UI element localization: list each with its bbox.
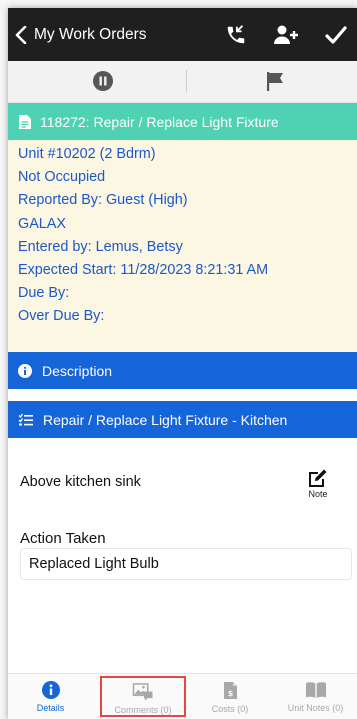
complete-button[interactable] [321,20,351,50]
task-label: Repair / Replace Light Fixture - Kitchen [43,411,288,428]
note-label: Note [308,489,328,499]
action-taken-field[interactable] [20,548,352,580]
bottom-tab-bar: Details Comments (0) $ Costs (0) Unit No… [8,673,357,719]
detail-entered-by: Entered by: Lemus, Betsy [18,238,183,255]
app-frame: My Work Orders 118272: Repair / Replace … [8,8,357,719]
add-user-icon [274,25,298,44]
tab-costs[interactable]: $ Costs (0) [186,674,274,719]
checklist-icon [18,413,33,425]
invoice-dollar-icon: $ [223,682,237,699]
tab-details[interactable]: Details [8,674,93,719]
back-label: My Work Orders [34,25,147,43]
open-book-icon [305,682,326,698]
back-button[interactable]: My Work Orders [14,25,147,44]
call-button[interactable] [221,20,251,50]
detail-over-due-by: Over Due By: [18,308,105,325]
pause-button[interactable] [92,70,114,92]
tab-comments-label: Comments (0) [114,705,172,715]
description-section-bar[interactable]: Description [8,352,357,389]
work-order-header: 118272: Repair / Replace Light Fixture [8,103,357,140]
add-user-button[interactable] [271,20,301,50]
image-comment-icon [132,683,153,701]
work-order-title: 118272: Repair / Replace Light Fixture [40,113,279,130]
detail-due-by: Due By: [18,285,70,302]
detail-unit: Unit #10202 (2 Bdrm) [18,146,156,162]
back-chevron-icon [15,25,27,44]
status-action-bar [8,61,357,103]
task-section-bar[interactable]: Repair / Replace Light Fixture - Kitchen [8,401,357,438]
detail-property: GALAX [18,215,66,232]
phone-callback-icon [227,24,245,43]
tab-unit-notes[interactable]: Unit Notes (0) [274,674,357,719]
detail-reported-by: Reported By: Guest (High) [18,192,188,209]
edit-note-icon [309,469,327,487]
document-icon [19,114,31,129]
flag-button[interactable] [264,70,286,92]
info-icon [41,681,60,699]
detail-occupancy: Not Occupied [18,169,106,186]
task-description-text: Above kitchen sink [20,474,141,490]
work-order-details: Unit #10202 (2 Bdrm) Not Occupied Report… [8,140,357,352]
tab-details-label: Details [36,703,65,713]
svg-text:$: $ [227,689,233,698]
detail-expected-start: Expected Start: 11/28/2023 8:21:31 AM [18,262,269,279]
action-taken-label: Action Taken [20,530,106,547]
flag-icon [267,72,283,91]
tab-costs-label: Costs (0) [211,704,249,714]
top-nav-bar: My Work Orders [8,8,357,61]
info-circle-icon [18,363,32,378]
action-divider [186,70,187,92]
top-nav-actions [201,8,351,61]
description-label: Description [42,362,113,379]
pause-icon [93,71,113,91]
checkmark-icon [325,25,347,44]
note-button[interactable]: Note [301,468,335,499]
tab-unit-notes-label: Unit Notes (0) [287,703,344,713]
tab-comments[interactable]: Comments (0) [100,676,186,717]
